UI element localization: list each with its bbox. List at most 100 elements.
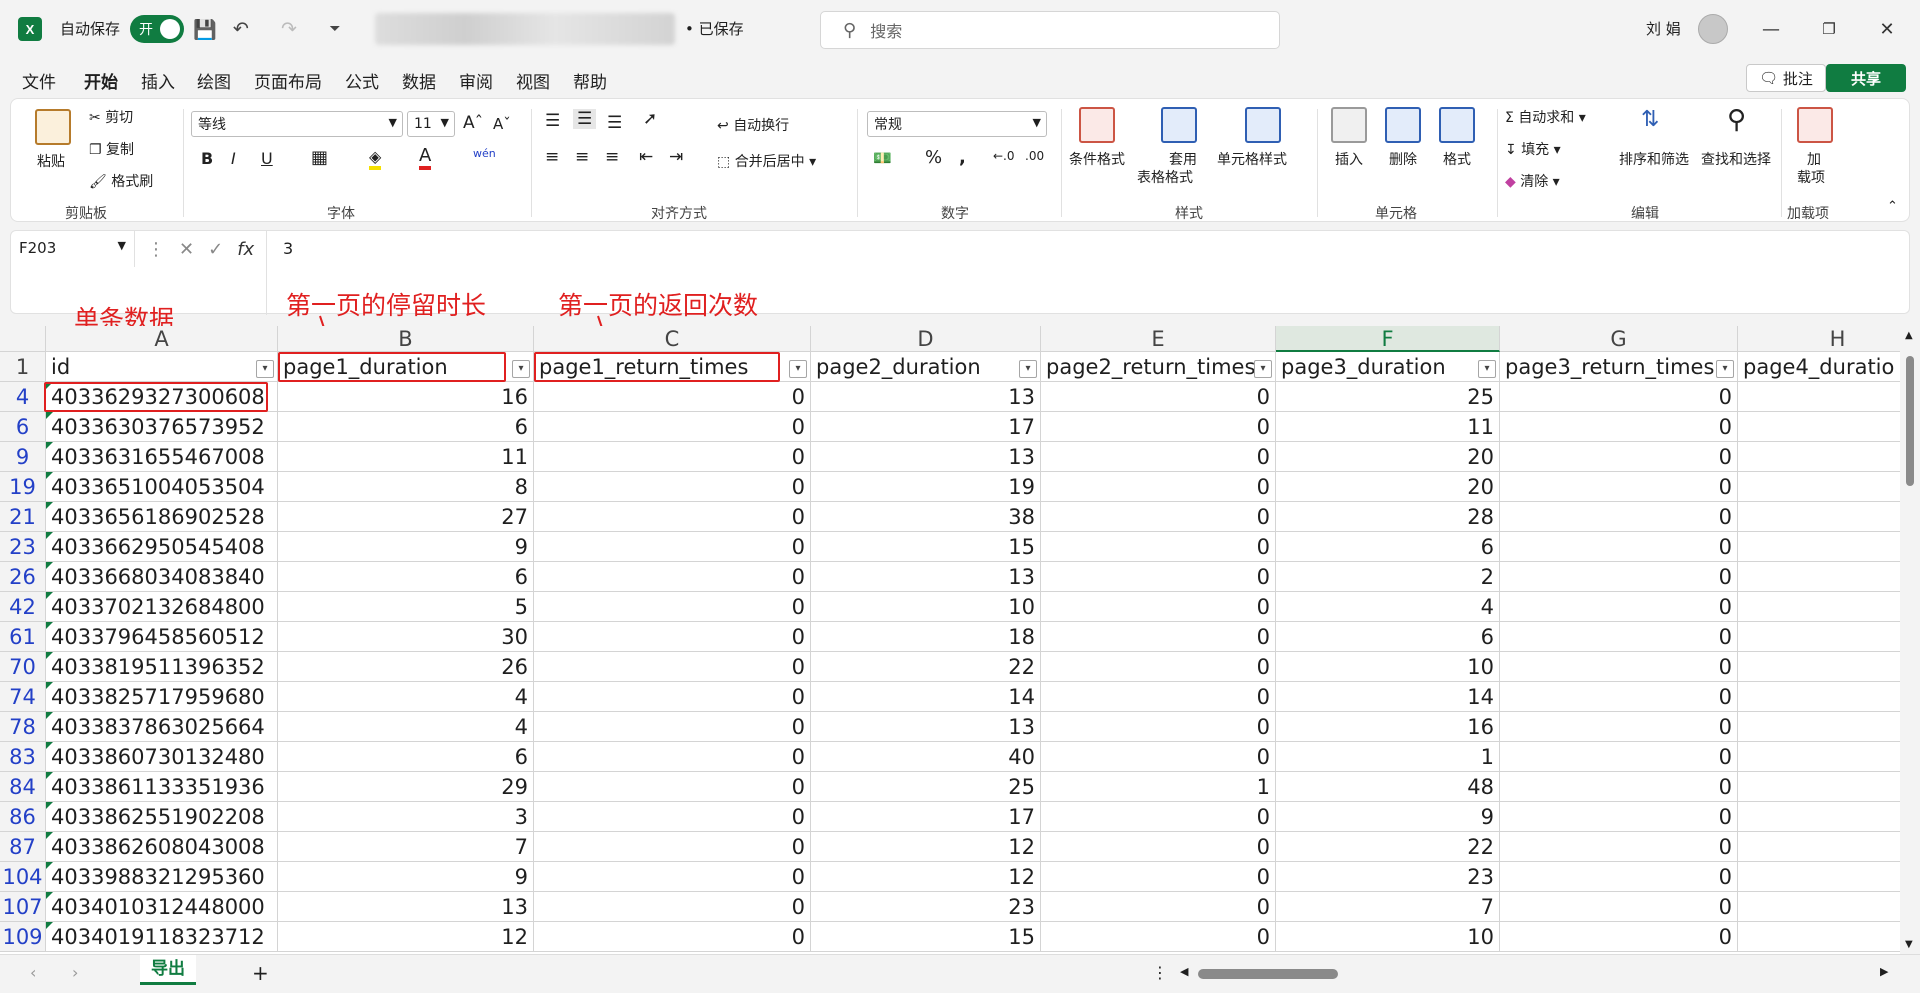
table-cell[interactable]: 4033819511396352 bbox=[46, 652, 278, 682]
table-cell[interactable]: 20 bbox=[1276, 442, 1500, 472]
table-cell[interactable]: 0 bbox=[534, 922, 811, 952]
row-header[interactable]: 107 bbox=[0, 892, 46, 922]
table-cell[interactable]: 0 bbox=[1041, 922, 1276, 952]
table-cell[interactable]: 9 bbox=[278, 532, 534, 562]
row-header[interactable]: 87 bbox=[0, 832, 46, 862]
row-header[interactable]: 1 bbox=[0, 352, 46, 382]
table-cell[interactable]: 14 bbox=[1276, 682, 1500, 712]
table-cell[interactable]: 28 bbox=[1276, 502, 1500, 532]
table-cell[interactable]: 10 bbox=[1276, 652, 1500, 682]
table-cell[interactable]: 0 bbox=[1041, 592, 1276, 622]
header-cell[interactable]: id ▾ bbox=[46, 352, 278, 382]
table-cell[interactable]: 17 bbox=[811, 412, 1041, 442]
table-cell[interactable]: 0 bbox=[1500, 802, 1738, 832]
table-cell[interactable] bbox=[1738, 382, 1920, 412]
table-cell[interactable]: 0 bbox=[534, 802, 811, 832]
table-cell[interactable]: 0 bbox=[1500, 772, 1738, 802]
table-cell[interactable]: 4033862608043008 bbox=[46, 832, 278, 862]
table-cell[interactable]: 14 bbox=[811, 682, 1041, 712]
row-header[interactable]: 42 bbox=[0, 592, 46, 622]
table-cell[interactable]: 0 bbox=[1041, 382, 1276, 412]
table-cell[interactable]: 8 bbox=[278, 472, 534, 502]
table-cell[interactable]: 0 bbox=[534, 472, 811, 502]
table-cell[interactable] bbox=[1738, 562, 1920, 592]
row-header[interactable]: 9 bbox=[0, 442, 46, 472]
table-cell[interactable]: 4033662950545408 bbox=[46, 532, 278, 562]
table-cell[interactable]: 0 bbox=[534, 622, 811, 652]
table-cell[interactable]: 10 bbox=[1276, 922, 1500, 952]
row-header[interactable]: 84 bbox=[0, 772, 46, 802]
table-cell[interactable]: 0 bbox=[1500, 472, 1738, 502]
row-header[interactable]: 21 bbox=[0, 502, 46, 532]
column-header-h[interactable]: H bbox=[1738, 326, 1920, 352]
table-cell[interactable] bbox=[1738, 772, 1920, 802]
row-header[interactable]: 23 bbox=[0, 532, 46, 562]
select-all-corner[interactable] bbox=[0, 326, 46, 352]
table-cell[interactable]: 4 bbox=[278, 682, 534, 712]
table-cell[interactable] bbox=[1738, 412, 1920, 442]
table-cell[interactable]: 3 bbox=[278, 802, 534, 832]
table-cell[interactable]: 4034010312448000 bbox=[46, 892, 278, 922]
column-header-g[interactable]: G bbox=[1500, 326, 1738, 352]
table-cell[interactable]: 0 bbox=[1041, 412, 1276, 442]
next-sheet-icon[interactable]: › bbox=[72, 963, 78, 982]
table-cell[interactable]: 4033631655467008 bbox=[46, 442, 278, 472]
column-header-f[interactable]: F bbox=[1276, 326, 1500, 352]
table-cell[interactable] bbox=[1738, 832, 1920, 862]
sheet-tab-export[interactable]: 导出 bbox=[140, 955, 196, 985]
table-cell[interactable] bbox=[1738, 502, 1920, 532]
table-cell[interactable]: 0 bbox=[1041, 862, 1276, 892]
table-cell[interactable]: 0 bbox=[534, 712, 811, 742]
table-cell[interactable]: 30 bbox=[278, 622, 534, 652]
table-cell[interactable]: 16 bbox=[278, 382, 534, 412]
table-cell[interactable]: 4033702132684800 bbox=[46, 592, 278, 622]
scroll-up-icon[interactable]: ▲ bbox=[1905, 330, 1913, 341]
table-cell[interactable]: 0 bbox=[534, 532, 811, 562]
filter-dropdown-icon[interactable]: ▾ bbox=[789, 360, 807, 378]
table-cell[interactable] bbox=[1738, 592, 1920, 622]
table-cell[interactable]: 10 bbox=[811, 592, 1041, 622]
row-header[interactable]: 83 bbox=[0, 742, 46, 772]
table-cell[interactable]: 7 bbox=[278, 832, 534, 862]
table-cell[interactable]: 0 bbox=[1500, 442, 1738, 472]
table-cell[interactable]: 0 bbox=[534, 592, 811, 622]
table-cell[interactable]: 1 bbox=[1041, 772, 1276, 802]
table-cell[interactable]: 0 bbox=[1041, 712, 1276, 742]
table-cell[interactable]: 0 bbox=[534, 682, 811, 712]
table-cell[interactable]: 0 bbox=[1500, 532, 1738, 562]
table-cell[interactable]: 23 bbox=[1276, 862, 1500, 892]
table-cell[interactable]: 25 bbox=[811, 772, 1041, 802]
table-cell[interactable]: 25 bbox=[1276, 382, 1500, 412]
table-cell[interactable]: 20 bbox=[1276, 472, 1500, 502]
column-header-e[interactable]: E bbox=[1041, 326, 1276, 352]
table-cell[interactable]: 4033988321295360 bbox=[46, 862, 278, 892]
table-cell[interactable]: 0 bbox=[534, 502, 811, 532]
table-cell[interactable] bbox=[1738, 622, 1920, 652]
column-header-d[interactable]: D bbox=[811, 326, 1041, 352]
table-cell[interactable]: 9 bbox=[1276, 802, 1500, 832]
table-cell[interactable]: 27 bbox=[278, 502, 534, 532]
table-cell[interactable]: 0 bbox=[1041, 532, 1276, 562]
table-cell[interactable]: 0 bbox=[1041, 892, 1276, 922]
table-cell[interactable]: 0 bbox=[534, 772, 811, 802]
table-cell[interactable]: 6 bbox=[278, 412, 534, 442]
table-cell[interactable]: 13 bbox=[811, 562, 1041, 592]
table-cell[interactable]: 0 bbox=[534, 862, 811, 892]
row-header[interactable]: 104 bbox=[0, 862, 46, 892]
add-sheet-button[interactable]: + bbox=[252, 961, 269, 985]
table-cell[interactable] bbox=[1738, 682, 1920, 712]
table-cell[interactable]: 0 bbox=[1500, 892, 1738, 922]
row-header[interactable]: 74 bbox=[0, 682, 46, 712]
table-cell[interactable]: 29 bbox=[278, 772, 534, 802]
table-cell[interactable]: 13 bbox=[278, 892, 534, 922]
table-cell[interactable]: 0 bbox=[534, 652, 811, 682]
table-cell[interactable]: 0 bbox=[1041, 562, 1276, 592]
row-header[interactable]: 70 bbox=[0, 652, 46, 682]
table-cell[interactable]: 4033630376573952 bbox=[46, 412, 278, 442]
table-cell[interactable] bbox=[1738, 742, 1920, 772]
table-cell[interactable]: 0 bbox=[534, 892, 811, 922]
table-cell[interactable]: 1 bbox=[1276, 742, 1500, 772]
table-cell[interactable]: 0 bbox=[1500, 562, 1738, 592]
table-cell[interactable] bbox=[1738, 472, 1920, 502]
table-cell[interactable]: 0 bbox=[1041, 652, 1276, 682]
